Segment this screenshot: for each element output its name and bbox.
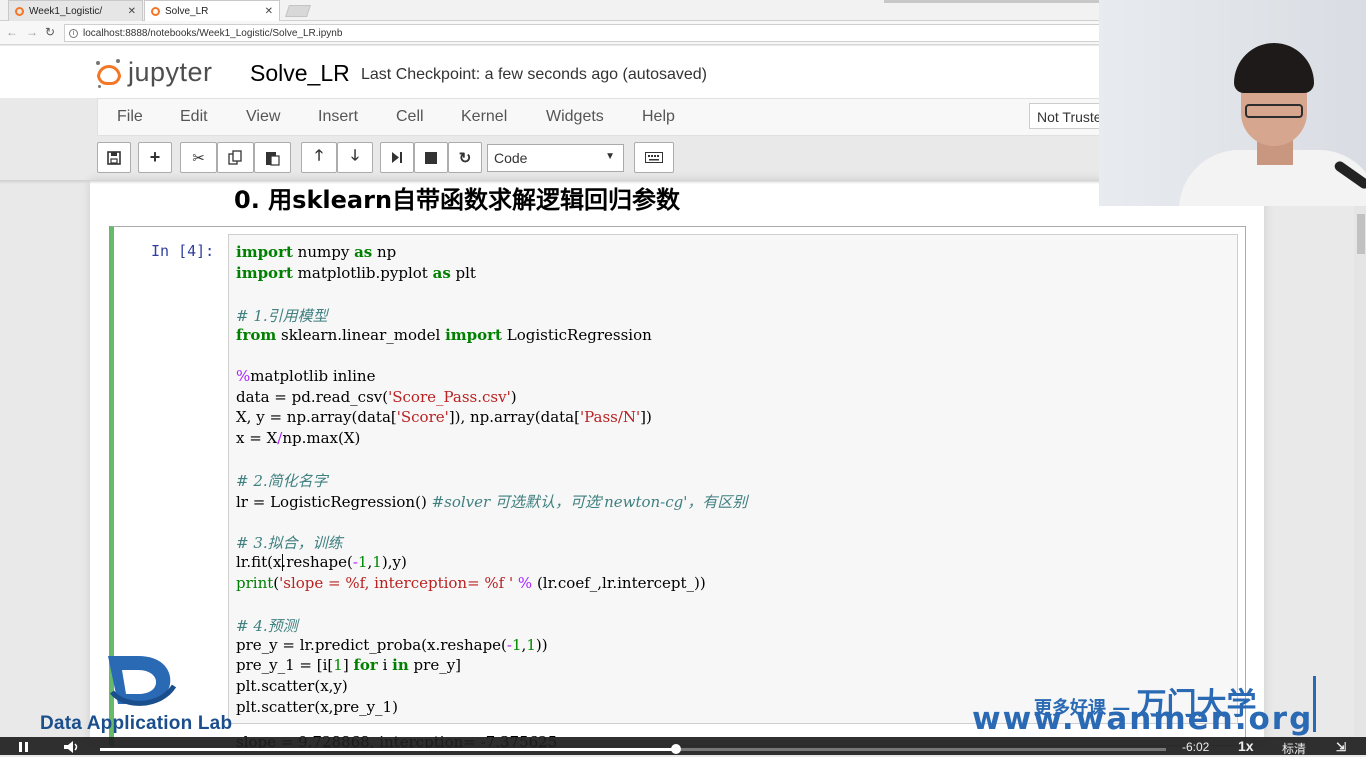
insert-cell-button[interactable]: + [138,142,172,173]
cut-button[interactable]: ✂ [180,142,217,173]
menu-widgets[interactable]: Widgets [546,108,604,126]
url-text: localhost:8888/notebooks/Week1_Logistic/… [83,27,343,39]
command-palette-button[interactable] [634,142,674,173]
tab-label: Solve_LR [165,5,209,17]
scrollbar-thumb[interactable] [1357,214,1365,254]
new-tab-button[interactable] [285,5,311,17]
stop-icon [425,151,437,164]
code-line: lr = LogisticRegression() #solver 可选默认，可… [236,493,748,511]
menu-insert[interactable]: Insert [318,108,358,126]
interrupt-button[interactable] [414,142,448,173]
menu-edit[interactable]: Edit [180,108,208,126]
info-icon: i [69,28,78,38]
code-line: lr.fit(x.reshape(-1,1),y) [236,553,407,571]
code-line: x = X/np.max(X) [236,429,361,447]
wanmen-url: www.wanmen.org [972,701,1314,737]
code-line: pre_y_1 = [i[1] for i in pre_y] [236,656,462,674]
jupyter-logo-icon [96,59,122,88]
reload-icon[interactable]: ↻ [45,25,55,39]
code-line: %matplotlib inline [236,367,376,385]
tab-solve-lr[interactable]: Solve_LR ✕ [144,0,280,21]
close-icon[interactable]: ✕ [128,6,136,17]
close-icon[interactable]: ✕ [265,6,273,17]
menu-kernel[interactable]: Kernel [461,108,507,126]
tab-label: Week1_Logistic/ [29,5,103,17]
progress-fill [100,748,676,751]
forward-arrow-icon[interactable]: → [26,25,38,39]
quality-button[interactable]: 标清 [1282,740,1306,757]
divider [1313,676,1316,732]
paste-button[interactable] [254,142,291,173]
code-line: plt.scatter(x,y) [236,677,348,695]
menu-help[interactable]: Help [642,108,675,126]
video-control-bar [0,737,1366,755]
speed-button[interactable]: 1x [1238,738,1254,754]
plus-icon: + [149,147,161,167]
save-button[interactable] [97,142,131,173]
code-line: import numpy as np [236,243,397,261]
menu-view[interactable]: View [246,108,280,126]
tab-week1-logistic[interactable]: Week1_Logistic/ ✕ [8,0,143,21]
lab-name: Data Application Lab [40,713,233,734]
move-up-button[interactable]: 🡑 [301,142,337,173]
chevron-down-icon: ▼ [605,151,615,162]
menu-cell[interactable]: Cell [396,108,424,126]
arrow-up-icon: 🡑 [315,147,323,164]
code-line: import matplotlib.pyplot as plt [236,264,476,282]
code-line: from sklearn.linear_model import Logisti… [236,326,652,344]
page-scrollbar[interactable] [1354,206,1366,736]
restart-icon: ↻ [458,149,472,167]
webcam-overlay [1099,0,1366,206]
jupyter-logo[interactable]: jupyter [96,55,213,89]
code-line: # 1.引用模型 [236,307,328,325]
keyboard-icon [645,152,663,163]
run-button[interactable] [380,142,414,173]
code-line: # 3.拟合，训练 [236,534,343,552]
run-icon [392,152,402,163]
url-input[interactable]: i localhost:8888/notebooks/Week1_Logisti… [64,24,1104,42]
exit-fullscreen-icon[interactable]: ⇲ [1336,740,1346,754]
menu-bar: File Edit View Insert Cell Kernel Widget… [97,98,1102,136]
jupyter-favicon-icon [151,6,160,16]
cut-icon: ✂ [192,149,205,167]
move-down-button[interactable]: 🡓 [337,142,373,173]
cell-type-select[interactable]: Code ▼ [487,144,624,172]
code-line: # 4.预测 [236,617,298,635]
restart-button[interactable]: ↻ [448,142,482,173]
jupyter-favicon-icon [15,6,24,16]
logo-text: jupyter [128,56,213,87]
copy-button[interactable] [217,142,254,173]
input-prompt: In [4]: [151,242,215,260]
checkpoint-status: Last Checkpoint: a few seconds ago (auto… [361,66,707,83]
progress-handle[interactable] [670,744,681,754]
code-line: pre_y = lr.predict_proba(x.reshape(-1,1)… [236,636,548,654]
code-line: X, y = np.array(data['Score']), np.array… [236,408,652,426]
cell-type-value: Code [494,150,528,166]
code-line: # 2.简化名字 [236,472,328,490]
notebook-name[interactable]: Solve_LR [250,60,350,87]
trust-button[interactable]: Not Truste [1029,103,1104,129]
code-line: data = pd.read_csv('Score_Pass.csv') [236,388,517,406]
save-icon [107,150,121,165]
pause-icon[interactable] [18,741,30,753]
back-arrow-icon[interactable]: ← [6,25,18,39]
arrow-down-icon: 🡓 [351,147,359,164]
volume-icon[interactable] [63,740,81,754]
code-line: plt.scatter(x,pre_y_1) [236,698,398,716]
menu-file[interactable]: File [117,108,143,126]
markdown-heading: 0. 用sklearn自带函数求解逻辑回归参数 [234,186,681,214]
data-application-lab-logo-icon [108,656,176,706]
copy-icon [228,150,242,165]
time-remaining: -6:02 [1182,740,1210,754]
text-cursor [282,554,283,571]
paste-icon [266,151,280,166]
code-line: print('slope = %f, interception= %f ' % … [236,574,706,592]
